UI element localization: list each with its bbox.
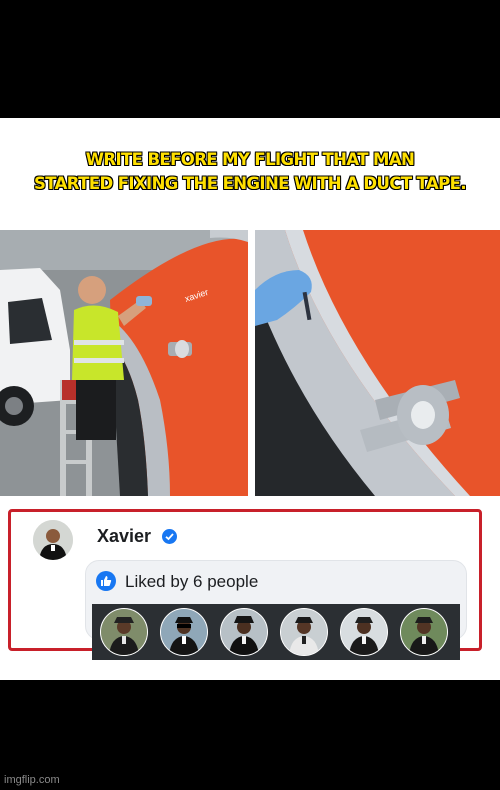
imgflip-watermark: imgflip.com: [4, 774, 60, 786]
liker-avatar[interactable]: [280, 608, 328, 656]
liker-avatar[interactable]: [100, 608, 148, 656]
likes-count-text[interactable]: Liked by 6 people: [125, 572, 258, 592]
thumbs-up-icon: [96, 571, 116, 591]
liker-avatar[interactable]: [400, 608, 448, 656]
liker-avatar[interactable]: [160, 608, 208, 656]
meme-panel: WRITE BEFORE MY FLIGHT THAT MAN STARTED …: [0, 118, 500, 680]
author-name[interactable]: Xavier: [97, 526, 151, 547]
author-avatar[interactable]: [33, 520, 73, 560]
likes-bubble: Liked by 6 people: [85, 560, 467, 660]
liker-avatar[interactable]: [220, 608, 268, 656]
verified-badge-icon: [162, 529, 177, 544]
caption-line-1: WRITE BEFORE MY FLIGHT THAT MAN: [85, 150, 415, 169]
social-post-card: Xavier Liked by 6 people: [8, 509, 482, 660]
meme-caption: WRITE BEFORE MY FLIGHT THAT MAN STARTED …: [0, 148, 500, 196]
liker-avatar[interactable]: [340, 608, 388, 656]
duct-tape-illustration: [255, 230, 500, 496]
avatar-portrait: [33, 520, 73, 560]
engine-repair-photo: xavier: [0, 230, 248, 496]
engine-repair-illustration: xavier: [0, 230, 248, 496]
caption-line-2: STARTED FIXING THE ENGINE WITH A DUCT TA…: [33, 174, 467, 193]
duct-tape-closeup-photo: [255, 230, 500, 496]
likers-avatar-strip: [92, 604, 460, 660]
